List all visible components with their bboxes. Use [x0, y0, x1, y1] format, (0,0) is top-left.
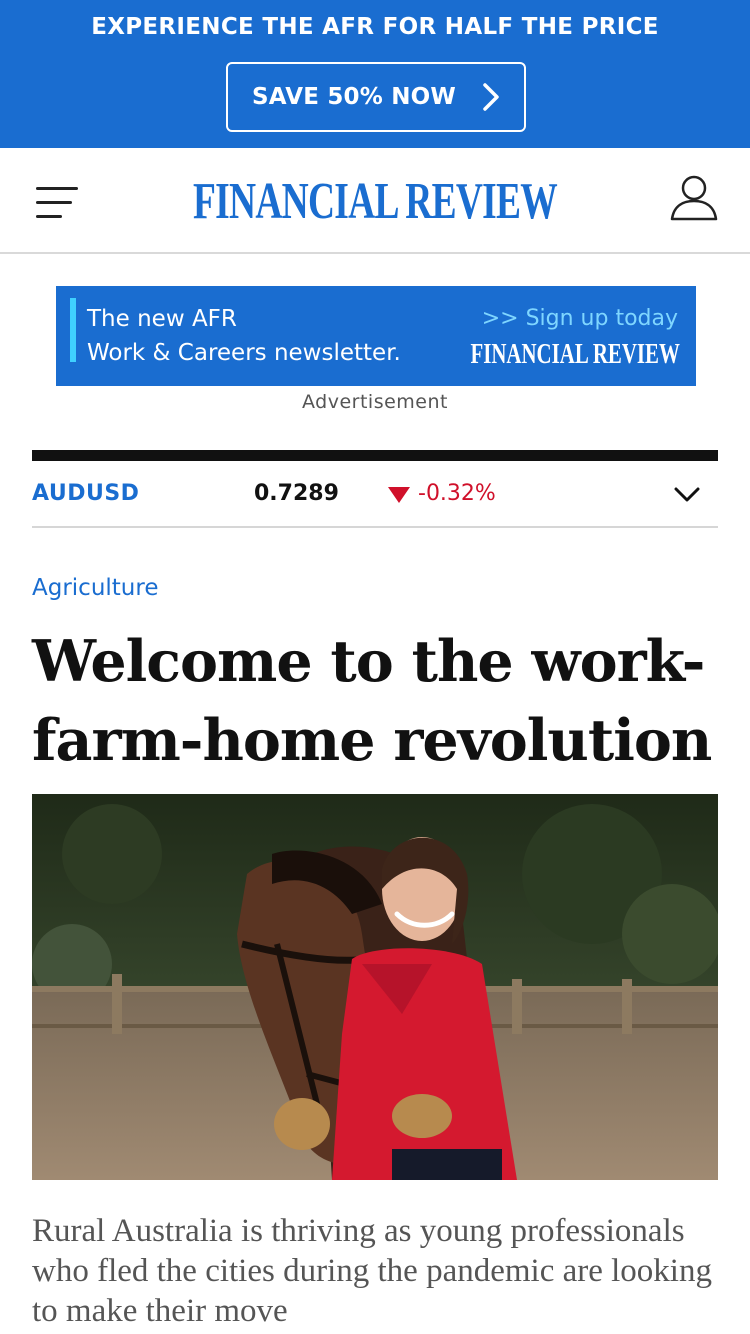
- ad-signup-link[interactable]: >> Sign up today: [482, 306, 678, 331]
- chevron-down-icon[interactable]: [674, 487, 700, 503]
- newsletter-ad[interactable]: The new AFR Work & Careers newsletter. >…: [56, 286, 696, 386]
- currency-ticker[interactable]: AUDUSD 0.7289 -0.32%: [32, 450, 718, 528]
- hamburger-menu-icon[interactable]: [36, 184, 80, 222]
- ticker-price: 0.7289: [254, 481, 339, 506]
- ad-headline-line1: The new AFR: [87, 306, 237, 332]
- article-headline: Welcome to the work-farm-home revolution: [32, 628, 712, 774]
- article-hero-image[interactable]: [32, 794, 718, 1180]
- ad-accent-bar: [70, 298, 76, 362]
- ad-headline-line2: Work & Careers newsletter.: [87, 340, 401, 366]
- chevron-right-icon: [483, 83, 499, 111]
- advertisement-label: Advertisement: [302, 391, 448, 413]
- hero-photo: [32, 794, 718, 1180]
- site-header: FINANCIAL REVIEW: [0, 148, 750, 254]
- site-logo[interactable]: FINANCIAL REVIEW: [105, 172, 645, 231]
- article-category-link[interactable]: Agriculture: [32, 575, 159, 601]
- ticker-change: -0.32%: [418, 481, 496, 506]
- save-50-button[interactable]: SAVE 50% NOW: [226, 62, 526, 132]
- ad-logo: FINANCIAL REVIEW: [470, 338, 680, 370]
- user-icon[interactable]: [668, 172, 720, 224]
- promo-title: EXPERIENCE THE AFR FOR HALF THE PRICE: [91, 14, 659, 40]
- down-triangle-icon: [388, 487, 410, 503]
- ticker-symbol: AUDUSD: [32, 481, 140, 506]
- promo-banner: EXPERIENCE THE AFR FOR HALF THE PRICE SA…: [0, 0, 750, 148]
- save-50-button-label: SAVE 50% NOW: [252, 84, 456, 110]
- article-summary: Rural Australia is thriving as young pro…: [32, 1213, 712, 1329]
